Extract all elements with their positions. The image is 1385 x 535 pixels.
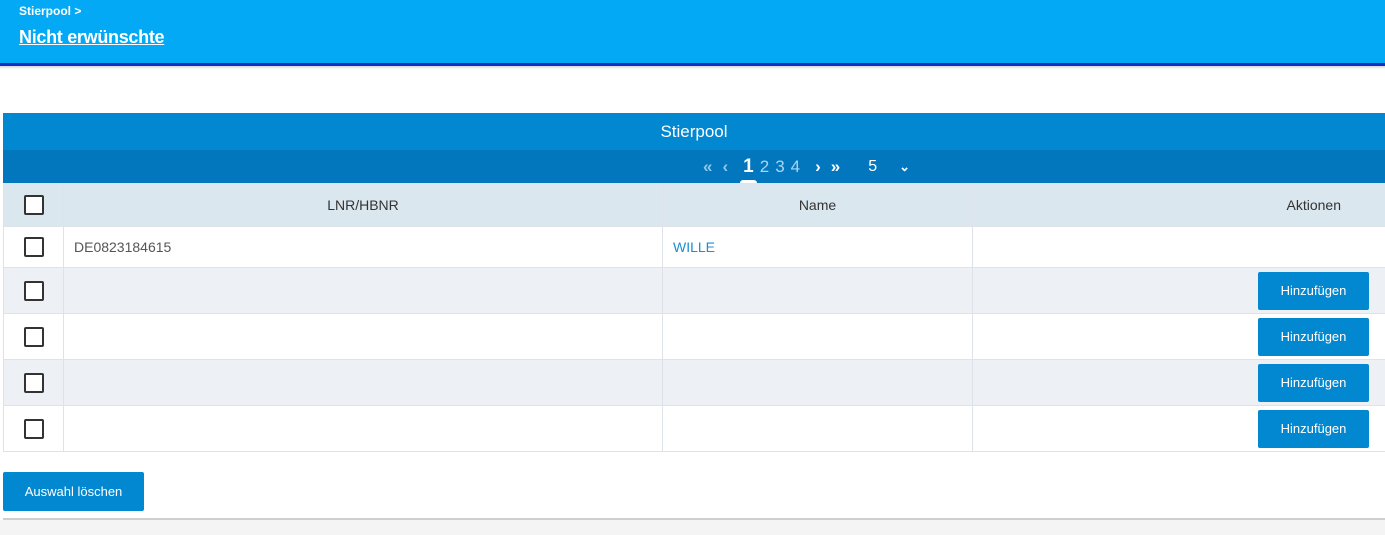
select-all-checkbox[interactable]	[23, 195, 44, 215]
chevron-right-icon[interactable]: ›	[815, 157, 821, 177]
name-cell: WILLE	[662, 226, 973, 268]
name-link[interactable]: WILLE	[663, 239, 715, 255]
add-button[interactable]: Hinzufügen	[1258, 363, 1369, 402]
actions-cell: Hinzufügen	[972, 359, 1385, 406]
name-cell	[662, 359, 973, 406]
lnr-cell: DE0823184615	[63, 226, 663, 268]
row-checkbox[interactable]	[23, 372, 44, 393]
chevron-down-icon[interactable]: ⌄	[899, 159, 910, 175]
actions-cell: Hinzufügen	[972, 267, 1385, 314]
table-row: Hinzufügen	[3, 267, 1385, 314]
table-row: Hinzufügen	[3, 405, 1385, 452]
page-title[interactable]: Nicht erwünschte	[19, 27, 165, 48]
table-row: DE0823184615 WILLE	[3, 226, 1385, 268]
pagination: « ‹ 1 2 3 4 › » 5 ⌄	[703, 150, 910, 184]
table-row: Hinzufügen	[3, 359, 1385, 406]
lnr-cell	[63, 267, 663, 314]
actions-cell: Hinzufügen	[972, 405, 1385, 452]
lnr-value: DE0823184615	[74, 239, 172, 255]
actions-cell: Hinzufügen	[972, 313, 1385, 360]
add-button[interactable]: Hinzufügen	[1258, 317, 1369, 356]
name-cell	[662, 405, 973, 452]
row-select-cell	[3, 405, 64, 452]
add-button[interactable]: Hinzufügen	[1258, 271, 1369, 310]
page-4[interactable]: 4	[791, 157, 800, 177]
select-all-cell	[3, 183, 64, 227]
panel-title-bar: Stierpool	[3, 113, 1385, 150]
double-chevron-left-icon[interactable]: «	[703, 157, 712, 177]
actions-cell	[972, 226, 1385, 268]
column-header-name[interactable]: Name	[662, 183, 973, 227]
page-2[interactable]: 2	[760, 157, 769, 177]
lnr-cell	[63, 359, 663, 406]
row-select-cell	[3, 226, 64, 268]
panel-title: Stierpool	[660, 122, 728, 141]
double-chevron-right-icon[interactable]: »	[831, 157, 840, 177]
page-size-select[interactable]: 5	[868, 158, 877, 176]
name-cell	[662, 313, 973, 360]
page-3[interactable]: 3	[775, 157, 784, 177]
clear-selection-button[interactable]: Auswahl löschen	[3, 472, 144, 511]
row-select-cell	[3, 359, 64, 406]
page-1[interactable]: 1	[740, 156, 757, 184]
add-button[interactable]: Hinzufügen	[1258, 409, 1369, 448]
row-select-cell	[3, 267, 64, 314]
header-bar: Stierpool > Nicht erwünschte	[0, 0, 1385, 63]
stierpool-table: LNR/HBNR Name Aktionen DE0823184615 WILL…	[3, 183, 1385, 452]
row-checkbox[interactable]	[23, 418, 44, 439]
pagination-bar: « ‹ 1 2 3 4 › » 5 ⌄	[3, 150, 1385, 184]
row-checkbox[interactable]	[23, 326, 44, 347]
chevron-left-icon[interactable]: ‹	[722, 157, 728, 177]
footer-area	[0, 520, 1385, 535]
name-cell	[662, 267, 973, 314]
table-header-row: LNR/HBNR Name Aktionen	[3, 183, 1385, 227]
lnr-cell	[63, 405, 663, 452]
column-header-actions: Aktionen	[972, 183, 1385, 227]
row-select-cell	[3, 313, 64, 360]
lnr-cell	[63, 313, 663, 360]
header-shadow	[0, 66, 1385, 69]
breadcrumb[interactable]: Stierpool >	[19, 4, 81, 18]
row-checkbox[interactable]	[23, 280, 44, 301]
column-header-lnr[interactable]: LNR/HBNR	[63, 183, 663, 227]
table-row: Hinzufügen	[3, 313, 1385, 360]
row-checkbox[interactable]	[23, 237, 44, 257]
